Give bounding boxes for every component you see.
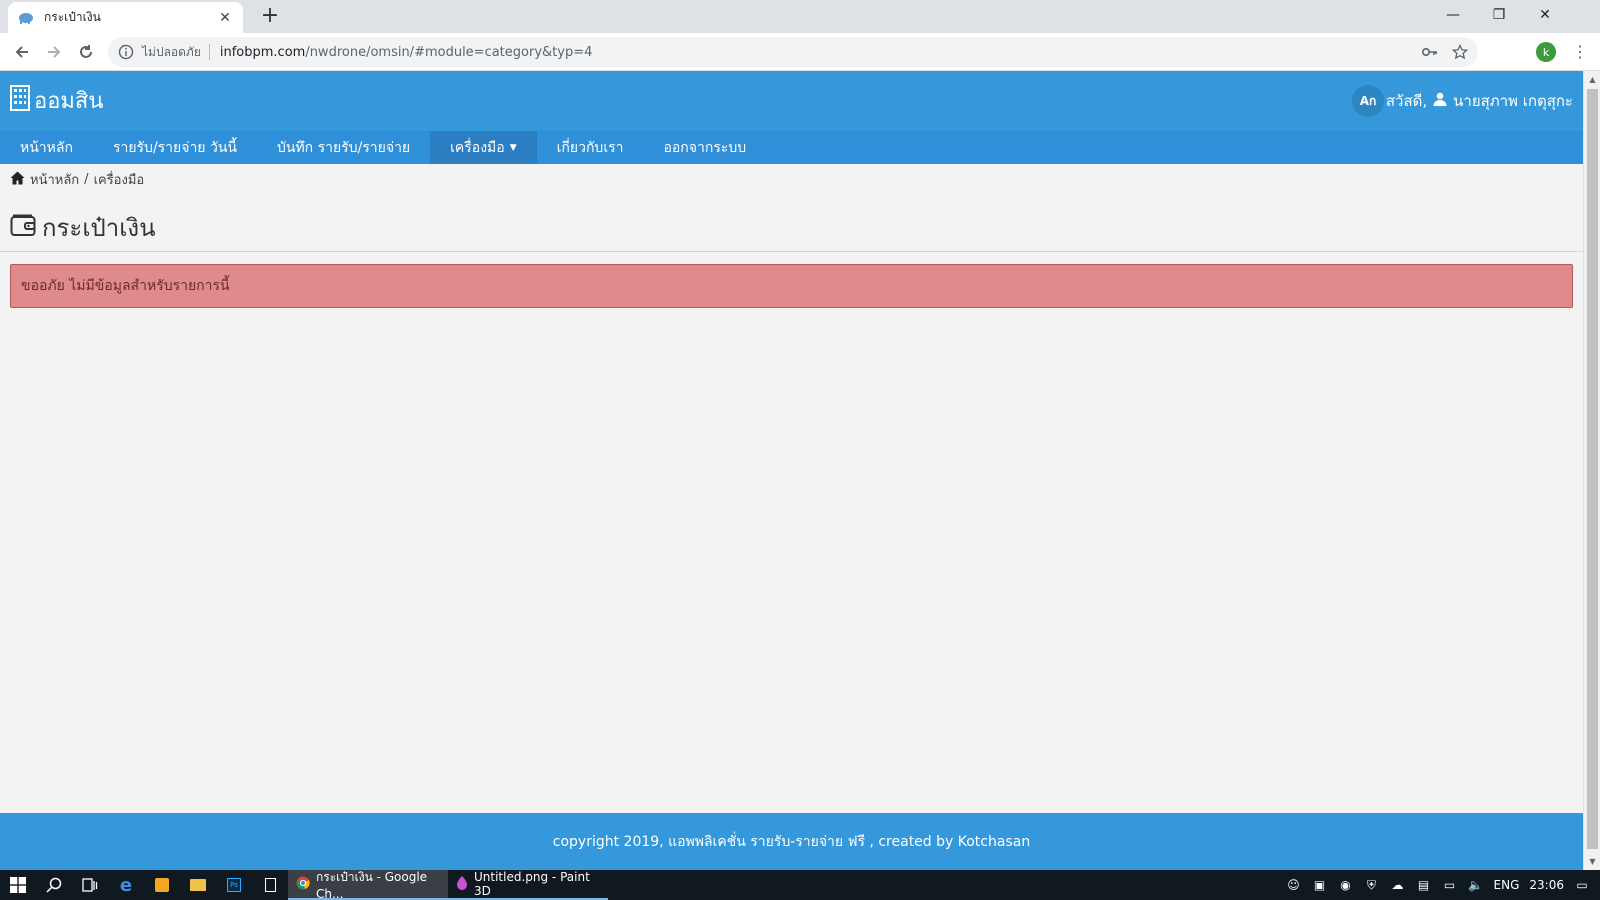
edge-browser-icon[interactable]: e [108,870,144,900]
greeting-text: สวัสดี, [1385,92,1428,110]
home-icon [10,171,25,189]
breadcrumb: หน้าหลัก / เครื่องมือ [10,169,144,190]
onedrive-icon[interactable]: ☁ [1390,877,1406,893]
language-button[interactable]: Aก [1352,85,1384,117]
people-icon[interactable]: ☺ [1286,877,1302,893]
reload-icon[interactable] [72,38,100,66]
calculator-icon[interactable] [252,870,288,900]
brand[interactable]: ออมสิน [10,83,103,118]
url-path: /nwdrone/omsin/#module=category&typ=4 [305,44,593,60]
nav-label: ออกจากระบบ [663,139,747,156]
app-header: ออมสิน Aก สวัสดี, นายสุภาพ เกตุสุกะ [0,71,1583,131]
breadcrumb-current[interactable]: เครื่องมือ [94,169,145,190]
user-greeting[interactable]: สวัสดี, นายสุภาพ เกตุสุกะ [1386,89,1573,113]
photoshop-icon[interactable]: Ps [216,870,252,900]
back-icon[interactable] [8,38,36,66]
input-language[interactable]: ENG [1494,878,1520,892]
wallet-icon [10,213,36,243]
nav-item-today[interactable]: รายรับ/รายจ่าย วันนี้ [93,131,257,164]
breadcrumb-home[interactable]: หน้าหลัก [30,169,79,190]
breadcrumb-separator: / [84,172,89,187]
url-host: infobpm.com [219,44,306,60]
footer-text: copyright 2019, แอพพลิเคชั่น รายรับ-รายจ… [552,833,1031,850]
footer: copyright 2019, แอพพลิเคชั่น รายรับ-รายจ… [0,813,1583,870]
browser-menu-icon[interactable]: ⋮ [1572,42,1588,62]
page-title: กระเป๋าเงิน [10,208,156,247]
browser-tab-strip: กระเป๋าเงิน ✕ + — ❐ ✕ [0,0,1600,33]
key-icon[interactable] [1420,42,1440,62]
taskbar-app-label: กระเป๋าเงิน - Google Ch... [316,869,428,900]
scroll-thumb[interactable] [1587,89,1598,849]
windows-taskbar: e Ps กระเป๋าเงิน - Google Ch... Untitled… [0,870,1600,900]
address-bar[interactable]: ไม่ปลอดภัย infobpm.com/nwdrone/omsin/#mo… [108,37,1478,67]
task-view-icon[interactable] [72,870,108,900]
minimize-icon[interactable]: — [1430,0,1476,30]
nav-label: รายรับ/รายจ่าย วันนี้ [112,139,237,156]
no-data-alert: ขออภัย ไม่มีข้อมูลสำหรับรายการนี้ [10,264,1573,308]
info-icon[interactable] [118,44,134,60]
notification-icon[interactable]: ▭ [1574,877,1590,893]
insecure-label: ไม่ปลอดภัย [142,44,201,59]
system-tray: ☺ ▣ ◉ ⛨ ☁ ▤ ▭ 🔈 ENG 23:06 ▭ [1286,870,1600,900]
caret-down-icon: ▼ [509,142,517,153]
building-icon [10,84,30,117]
browser-tab[interactable]: กระเป๋าเงิน ✕ [8,2,243,33]
nav-label: เกี่ยวกับเรา [556,139,624,156]
file-explorer-icon[interactable] [180,870,216,900]
forward-icon[interactable] [40,38,68,66]
nav-label: บันทึก รายรับ/รายจ่าย [276,139,411,156]
tab-title: กระเป๋าเงิน [44,10,101,24]
scroll-up-icon[interactable]: ▲ [1584,71,1600,88]
search-icon[interactable] [36,870,72,900]
restore-icon[interactable]: ❐ [1476,0,1522,30]
tray-app-icon[interactable]: ▣ [1312,877,1328,893]
browser-toolbar: ไม่ปลอดภัย infobpm.com/nwdrone/omsin/#mo… [0,33,1600,71]
brand-name: ออมสิน [34,89,104,114]
close-window-icon[interactable]: ✕ [1522,0,1568,30]
windows-start-icon[interactable] [0,870,36,900]
paint3d-icon [456,875,468,893]
clock[interactable]: 23:06 [1529,878,1564,892]
main-nav: หน้าหลัก รายรับ/รายจ่าย วันนี้ บันทึก รา… [0,131,1583,164]
taskbar-paint3d-window[interactable]: Untitled.png - Paint 3D [448,870,608,900]
page-title-text: กระเป๋าเงิน [42,214,156,242]
scroll-down-icon[interactable]: ▼ [1584,853,1600,870]
tray-app-icon[interactable]: ▤ [1416,877,1432,893]
nav-label: เครื่องมือ [450,139,505,156]
elephant-favicon-icon [18,10,34,26]
tab-close-icon[interactable]: ✕ [217,10,233,26]
nav-item-logout[interactable]: ออกจากระบบ [643,131,766,164]
profile-avatar[interactable]: k [1536,42,1556,62]
taskbar-app-label: Untitled.png - Paint 3D [474,870,590,898]
nav-item-tools[interactable]: เครื่องมือ ▼ [430,131,537,164]
chrome-icon [296,876,310,893]
media-player-icon[interactable] [144,870,180,900]
tray-app-icon[interactable]: ◉ [1338,877,1354,893]
nav-item-record[interactable]: บันทึก รายรับ/รายจ่าย [257,131,430,164]
user-icon [1433,92,1447,110]
nav-label: หน้าหลัก [20,139,73,156]
network-icon[interactable]: ▭ [1442,877,1458,893]
new-tab-button[interactable]: + [258,4,282,28]
user-name: นายสุภาพ เกตุสุกะ [1453,92,1573,110]
title-divider [0,251,1583,252]
page-scrollbar[interactable]: ▲ ▼ [1583,71,1600,870]
security-icon[interactable]: ⛨ [1364,877,1380,893]
volume-icon[interactable]: 🔈 [1468,877,1484,893]
star-bookmark-icon[interactable] [1450,42,1470,62]
taskbar-chrome-window[interactable]: กระเป๋าเงิน - Google Ch... [288,870,448,900]
nav-item-home[interactable]: หน้าหลัก [0,131,93,164]
nav-item-about[interactable]: เกี่ยวกับเรา [537,131,644,164]
url-separator [208,44,210,60]
